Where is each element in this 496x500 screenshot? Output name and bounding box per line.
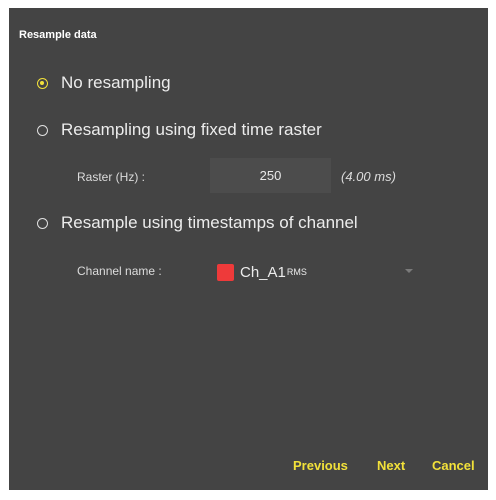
previous-button[interactable]: Previous — [293, 458, 348, 473]
channel-name: Ch_A1 — [240, 263, 286, 281]
channel-select[interactable]: Ch_A1 RMS — [217, 261, 413, 283]
radio-unselected-icon[interactable] — [37, 217, 48, 229]
radio-selected-icon[interactable] — [37, 77, 48, 89]
next-button[interactable]: Next — [377, 458, 405, 473]
channel-color-swatch — [217, 263, 234, 281]
channel-name-label: Channel name : — [77, 264, 162, 278]
option-label: Resampling using fixed time raster — [61, 120, 322, 139]
dialog-title: Resample data — [19, 29, 97, 41]
channel-subscript: RMS — [286, 267, 307, 277]
raster-ms-text: (4.00 ms) — [341, 169, 396, 184]
option-channel-timestamps[interactable]: Resample using timestamps of channel — [37, 213, 358, 233]
chevron-down-icon[interactable] — [405, 269, 413, 273]
resample-dialog: Resample data No resampling Resampling u… — [9, 8, 488, 490]
cancel-button[interactable]: Cancel — [432, 458, 475, 473]
raster-input[interactable] — [210, 158, 331, 193]
radio-unselected-icon[interactable] — [37, 124, 48, 136]
option-label: No resampling — [61, 73, 171, 92]
raster-label: Raster (Hz) : — [77, 170, 146, 184]
option-no-resampling[interactable]: No resampling — [37, 73, 171, 93]
option-fixed-time-raster[interactable]: Resampling using fixed time raster — [37, 120, 322, 140]
option-label: Resample using timestamps of channel — [61, 213, 358, 232]
